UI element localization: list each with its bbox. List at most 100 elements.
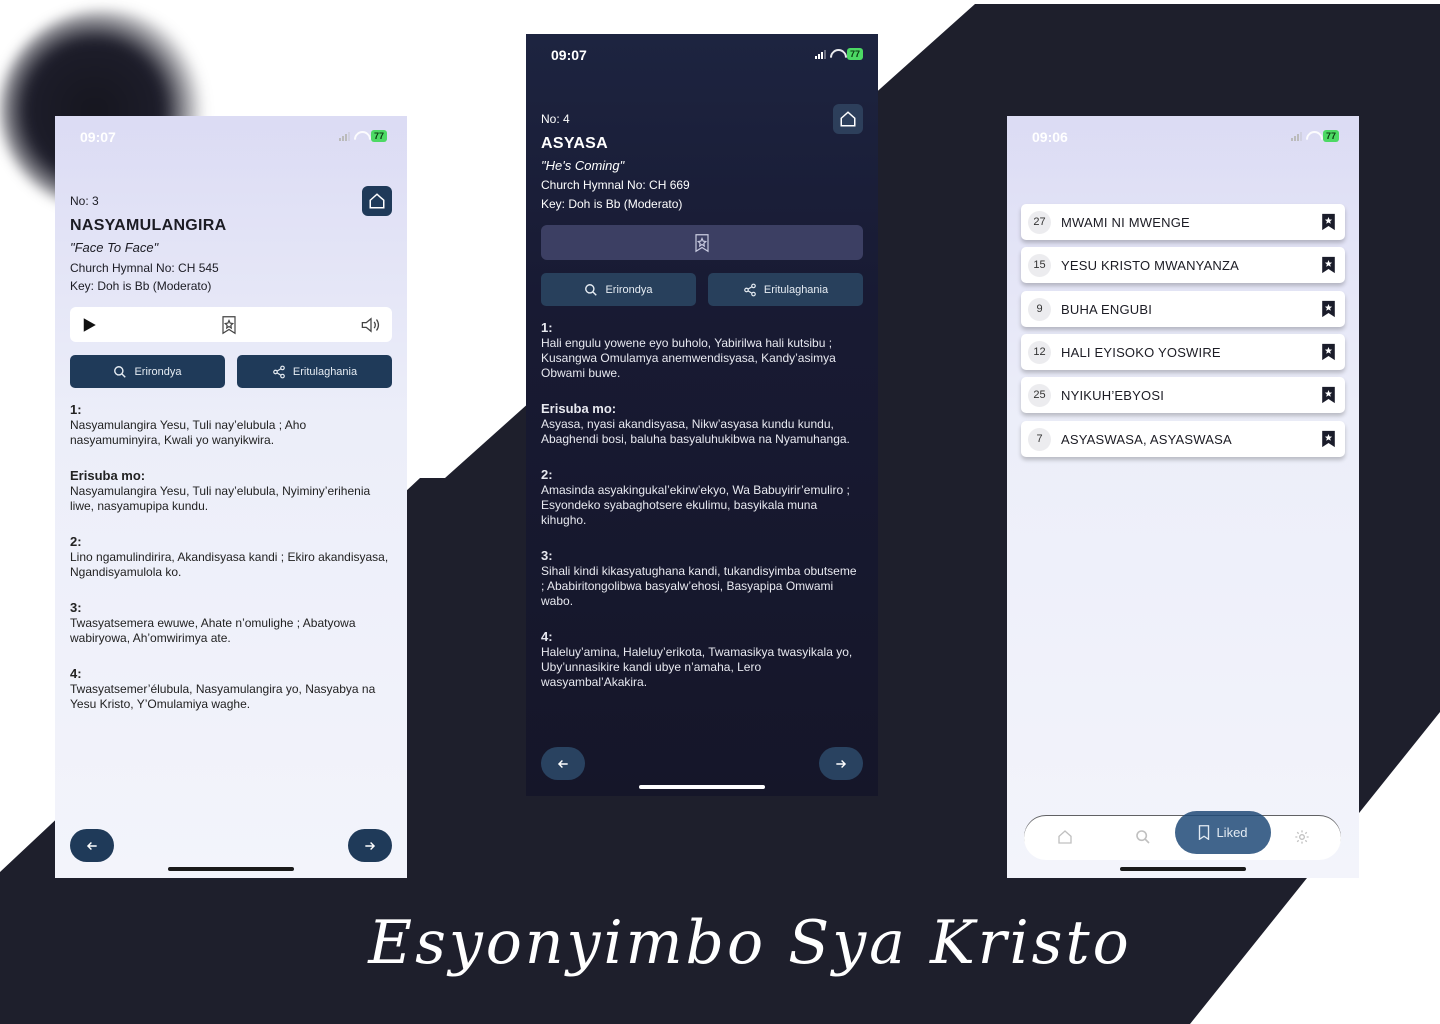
arrow-right-icon: [836, 759, 847, 768]
verse-text: Amasinda asyakingukal’ekirw’ekyo, Wa Bab…: [541, 483, 850, 527]
bookmark-filled-icon[interactable]: [1321, 213, 1336, 231]
verse-text: Asyasa, nyasi akandisyasa, Nikw’asyasa k…: [541, 417, 850, 446]
play-icon[interactable]: [80, 316, 98, 334]
home-icon: [369, 193, 385, 209]
phone-center-hymn-dark: 09:07 77 No: 4 ASYASA "He's Coming" Chur…: [526, 34, 878, 796]
share-icon: [744, 283, 756, 296]
share-icon: [273, 365, 285, 378]
share-button[interactable]: Eritulaghania: [237, 355, 392, 388]
hymn-key: Key: Doh is Bb (Moderato): [541, 197, 683, 211]
bottom-tab-bar: Liked: [1024, 811, 1341, 860]
share-button-label: Eritulaghania: [292, 365, 358, 378]
verse-heading: Erisuba mo:: [541, 401, 617, 416]
verse: 1: Hali engulu yowene eyo buholo, Yabiril…: [541, 319, 863, 381]
verse-text: Lino ngamulindirira, Akandisyasa kandi ;…: [70, 550, 389, 579]
verse-text: Haleluy’amina, Haleluy’erikota, Twamasik…: [541, 645, 853, 689]
lyrics: 1: Nasyamulangira Yesu, Tuli nay’elubula …: [70, 401, 392, 731]
hymn-key: Key: Doh is Bb (Moderato): [70, 279, 212, 293]
hymn-number: No: 3: [70, 194, 99, 208]
wifi-icon: [1306, 131, 1319, 141]
next-button[interactable]: [819, 747, 863, 780]
verse: 2: Lino ngamulindirira, Akandisyasa kandi…: [70, 533, 392, 580]
home-indicator: [168, 867, 294, 871]
liked-hymn-item[interactable]: 12 HALI EYISOKO YOSWIRE: [1021, 334, 1345, 370]
hymn-number-badge: 7: [1028, 427, 1051, 451]
next-button[interactable]: [348, 829, 392, 862]
verse: 1: Nasyamulangira Yesu, Tuli nay’elubula …: [70, 401, 392, 448]
home-icon[interactable]: [1057, 829, 1073, 845]
status-icons: 77: [338, 130, 387, 142]
bookmark-filled-icon[interactable]: [1321, 430, 1336, 448]
verse-heading: 1:: [70, 402, 82, 417]
status-time: 09:07: [80, 129, 116, 145]
share-button-label: Eritulaghania: [763, 283, 829, 296]
signal-icon: [338, 131, 350, 141]
verse: 3: Twasyatsemera ewuwe, Ahate n’omulighe …: [70, 599, 392, 646]
arrow-left-icon: [557, 759, 568, 768]
liked-hymn-item[interactable]: 9 BUHA ENGUBI: [1021, 291, 1345, 327]
settings-icon[interactable]: [1294, 829, 1310, 845]
bookmark-filled-icon[interactable]: [1321, 300, 1336, 318]
verse: Erisuba mo: Asyasa, nyasi akandisyasa, Ni…: [541, 400, 863, 447]
battery-icon: 77: [370, 130, 387, 142]
verse-text: Hali engulu yowene eyo buholo, Yabirilwa…: [541, 336, 836, 380]
arrow-right-icon: [365, 841, 376, 850]
tab-liked[interactable]: Liked: [1175, 811, 1271, 854]
hymn-number-badge: 12: [1028, 340, 1051, 364]
verse-text: Twasyatsemer’élubula, Nasyamulangira yo,…: [70, 682, 376, 711]
bookmark-bar[interactable]: [541, 225, 863, 260]
status-icons: 77: [814, 48, 863, 60]
battery-icon: 77: [1322, 130, 1339, 142]
status-icons: 77: [1290, 130, 1339, 142]
verse-heading: 3:: [70, 600, 82, 615]
speaker-icon[interactable]: [360, 316, 382, 334]
verse-text: Twasyatsemera ewuwe, Ahate n’omulighe ; …: [70, 616, 356, 645]
bookmark-icon: [1199, 825, 1210, 840]
signal-icon: [814, 49, 826, 59]
verse: 3: Sihali kindi kikasyatughana kandi, tuk…: [541, 547, 863, 609]
verse-heading: 2:: [541, 467, 553, 482]
search-button[interactable]: Erirondya: [541, 273, 696, 306]
verse-heading: 4:: [541, 629, 553, 644]
hymn-title: ASYASWASA, ASYASWASA: [1061, 431, 1232, 447]
verse-heading: 1:: [541, 320, 553, 335]
verse-text: Sihali kindi kikasyatughana kandi, tukan…: [541, 564, 857, 608]
signal-icon: [1290, 131, 1302, 141]
bookmark-filled-icon[interactable]: [1321, 256, 1336, 274]
hymn-number-badge: 27: [1028, 210, 1051, 234]
battery-icon: 77: [846, 48, 863, 60]
liked-hymn-item[interactable]: 25 NYIKUH’EBYOSI: [1021, 377, 1345, 413]
liked-hymn-item[interactable]: 7 ASYASWASA, ASYASWASA: [1021, 421, 1345, 457]
hymn-title: ASYASA: [541, 135, 609, 152]
hymn-number: No: 4: [541, 112, 570, 126]
search-icon: [585, 283, 598, 296]
search-button[interactable]: Erirondya: [70, 355, 225, 388]
liked-hymn-item[interactable]: 15 YESU KRISTO MWANYANZA: [1021, 247, 1345, 283]
arrow-left-icon: [86, 841, 97, 850]
verse-heading: 2:: [70, 534, 82, 549]
status-time: 09:06: [1032, 129, 1068, 145]
hymn-title: MWAMI NI MWENGE: [1061, 214, 1190, 230]
wifi-icon: [830, 49, 843, 59]
previous-button[interactable]: [541, 747, 585, 780]
previous-button[interactable]: [70, 829, 114, 862]
verse: Erisuba mo: Nasyamulangira Yesu, Tuli nay…: [70, 467, 392, 514]
hymn-number-badge: 25: [1028, 383, 1051, 407]
home-indicator: [1120, 867, 1246, 871]
bookmark-filled-icon[interactable]: [1321, 343, 1336, 361]
audio-player-bar: [70, 307, 392, 342]
hymn-title: NASYAMULANGIRA: [70, 217, 227, 234]
search-button-label: Erirondya: [605, 283, 653, 296]
verse-heading: 4:: [70, 666, 82, 681]
share-button[interactable]: Eritulaghania: [708, 273, 863, 306]
lyrics: 1: Hali engulu yowene eyo buholo, Yabiril…: [541, 319, 863, 709]
tab-liked-label: Liked: [1216, 825, 1248, 840]
home-button[interactable]: [362, 186, 392, 216]
bookmark-filled-icon[interactable]: [1321, 386, 1336, 404]
bookmark-star-icon[interactable]: [220, 315, 238, 335]
home-button[interactable]: [833, 104, 863, 134]
search-icon[interactable]: [1135, 829, 1151, 845]
verse-text: Nasyamulangira Yesu, Tuli nay’elubula ; …: [70, 418, 307, 447]
liked-hymn-item[interactable]: 27 MWAMI NI MWENGE: [1021, 204, 1345, 240]
app-headline: Esyonyimbo Sya Kristo: [368, 908, 1132, 978]
